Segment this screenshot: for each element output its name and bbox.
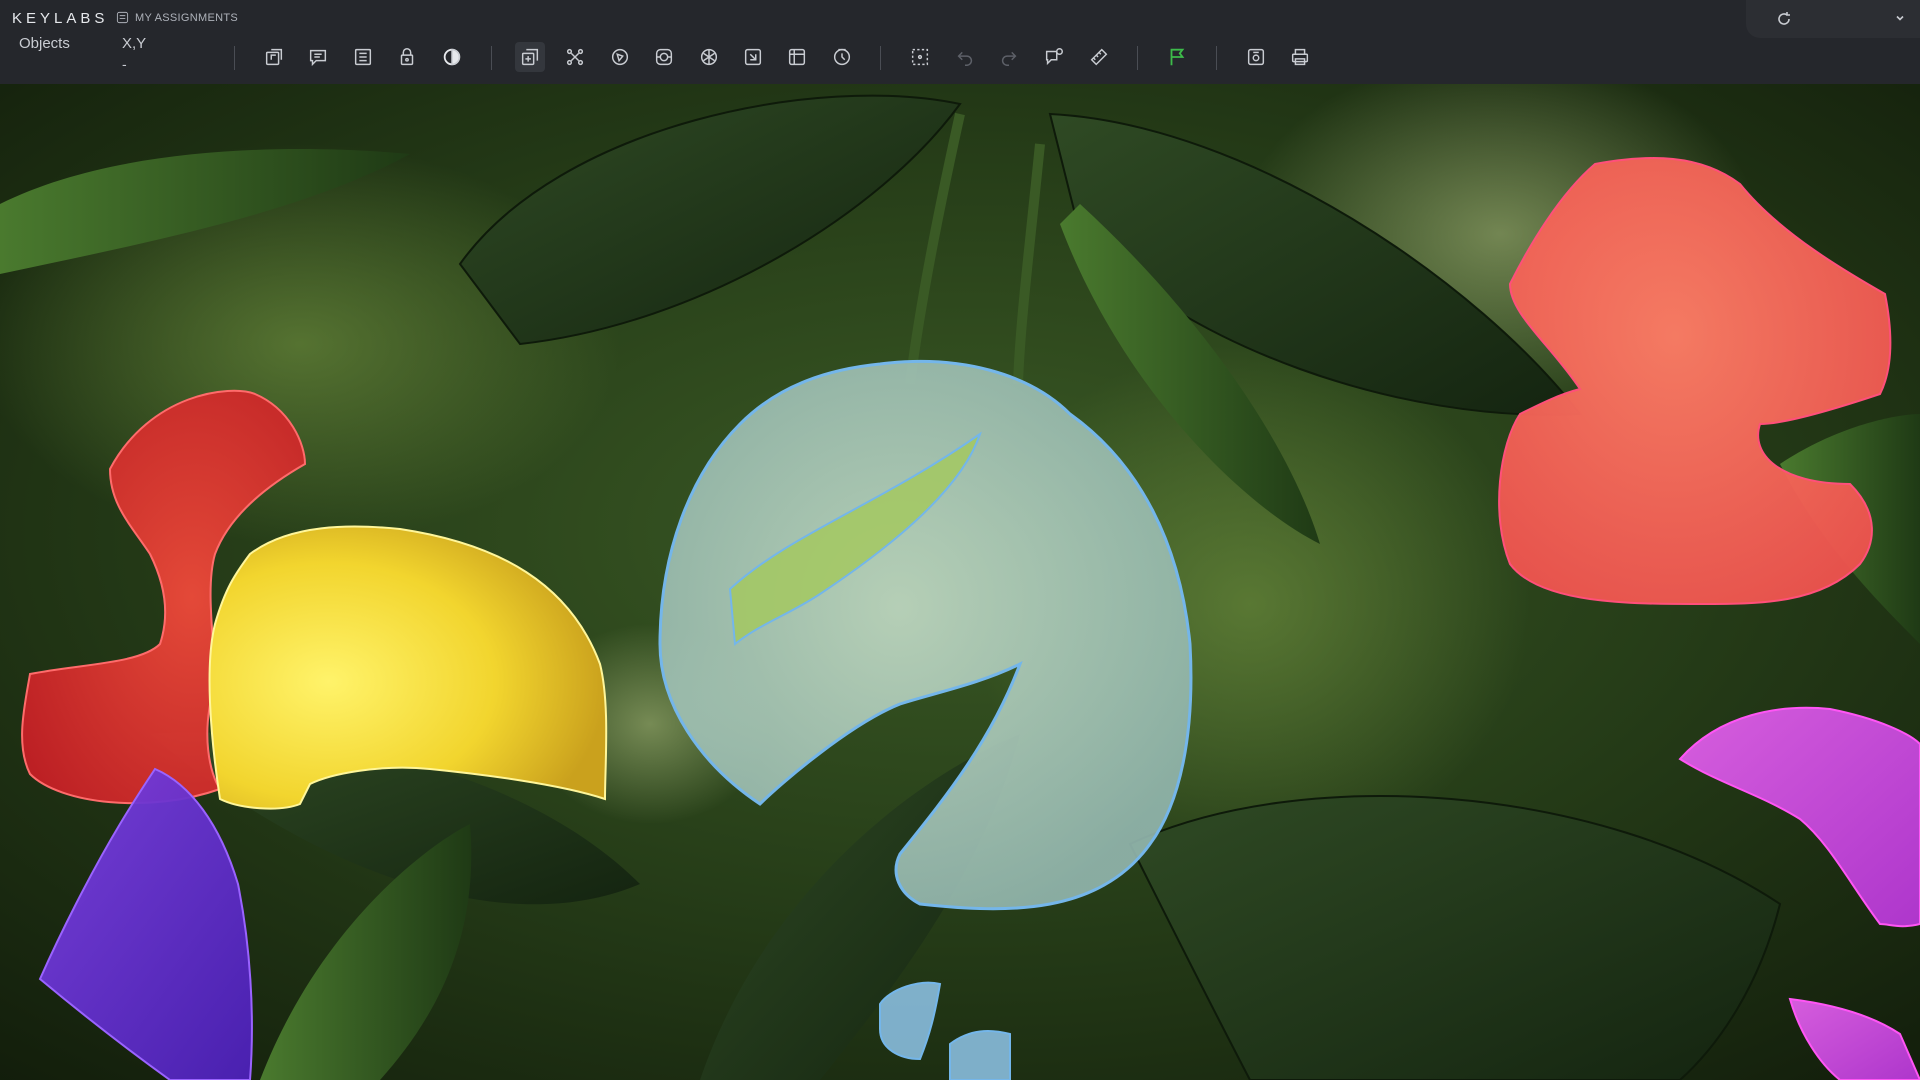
selection-icon <box>911 48 929 66</box>
separator <box>1216 46 1217 70</box>
comment-tool[interactable] <box>303 42 333 72</box>
xy-value: - <box>122 56 127 72</box>
undo-button[interactable] <box>950 42 980 72</box>
box-icon <box>788 48 806 66</box>
keypoints-icon <box>566 48 584 66</box>
app-logo: KEYLABS <box>12 10 109 27</box>
mask-icon <box>655 48 673 66</box>
objects-label[interactable]: Objects <box>19 35 70 52</box>
ruler-tool[interactable] <box>1084 42 1114 72</box>
assignments-icon <box>116 11 129 24</box>
lock-icon <box>400 48 414 66</box>
copy-layers-icon <box>521 48 539 66</box>
xy-label: X,Y <box>122 35 147 52</box>
review-tool[interactable] <box>1039 42 1069 72</box>
screenshot-tool[interactable] <box>1241 42 1271 72</box>
separator <box>880 46 881 70</box>
redo-icon <box>1001 51 1017 66</box>
undo-icon <box>957 51 973 66</box>
separator <box>491 46 492 70</box>
polygon-icon <box>611 48 629 66</box>
list-tool[interactable] <box>348 42 378 72</box>
annotation-canvas[interactable] <box>0 84 1920 1080</box>
copy-layers-tool[interactable] <box>515 42 545 72</box>
timer-tool[interactable] <box>827 42 857 72</box>
box-tool[interactable] <box>782 42 812 72</box>
new-object-icon <box>265 48 283 66</box>
print-icon <box>1291 48 1309 66</box>
contrast-icon <box>443 48 461 66</box>
canvas-image[interactable] <box>0 84 1920 1080</box>
contrast-tool[interactable] <box>437 42 467 72</box>
my-assignments-link[interactable]: MY ASSIGNMENTS <box>116 11 238 24</box>
polygon-tool[interactable] <box>605 42 635 72</box>
flag-icon <box>1170 48 1185 66</box>
chevron-down-icon[interactable] <box>1894 12 1906 24</box>
grid-icon <box>700 48 718 66</box>
top-toolbar: KEYLABS MY ASSIGNMENTS Objects X,Y - <box>0 0 1920 85</box>
session-menu[interactable] <box>1746 0 1920 38</box>
rect-icon <box>744 48 762 66</box>
annotation-blue-small[interactable] <box>949 1030 1011 1080</box>
separator <box>1137 46 1138 70</box>
comment-icon <box>309 49 327 67</box>
redo-button[interactable] <box>994 42 1024 72</box>
lock-tool[interactable] <box>392 42 422 72</box>
ruler-icon <box>1090 48 1108 66</box>
rect-tool[interactable] <box>738 42 768 72</box>
screenshot-icon <box>1247 48 1265 66</box>
keypoints-tool[interactable] <box>560 42 590 72</box>
grid-tool[interactable] <box>694 42 724 72</box>
list-icon <box>354 48 372 66</box>
my-assignments-label: MY ASSIGNMENTS <box>135 11 239 24</box>
print-tool[interactable] <box>1285 42 1315 72</box>
timer-icon <box>833 48 851 66</box>
flag-tool[interactable] <box>1162 42 1192 72</box>
separator <box>234 46 235 70</box>
mask-tool[interactable] <box>649 42 679 72</box>
refresh-icon[interactable] <box>1776 11 1792 27</box>
new-object-tool[interactable] <box>259 42 289 72</box>
review-icon <box>1045 48 1063 66</box>
selection-tool[interactable] <box>905 42 935 72</box>
